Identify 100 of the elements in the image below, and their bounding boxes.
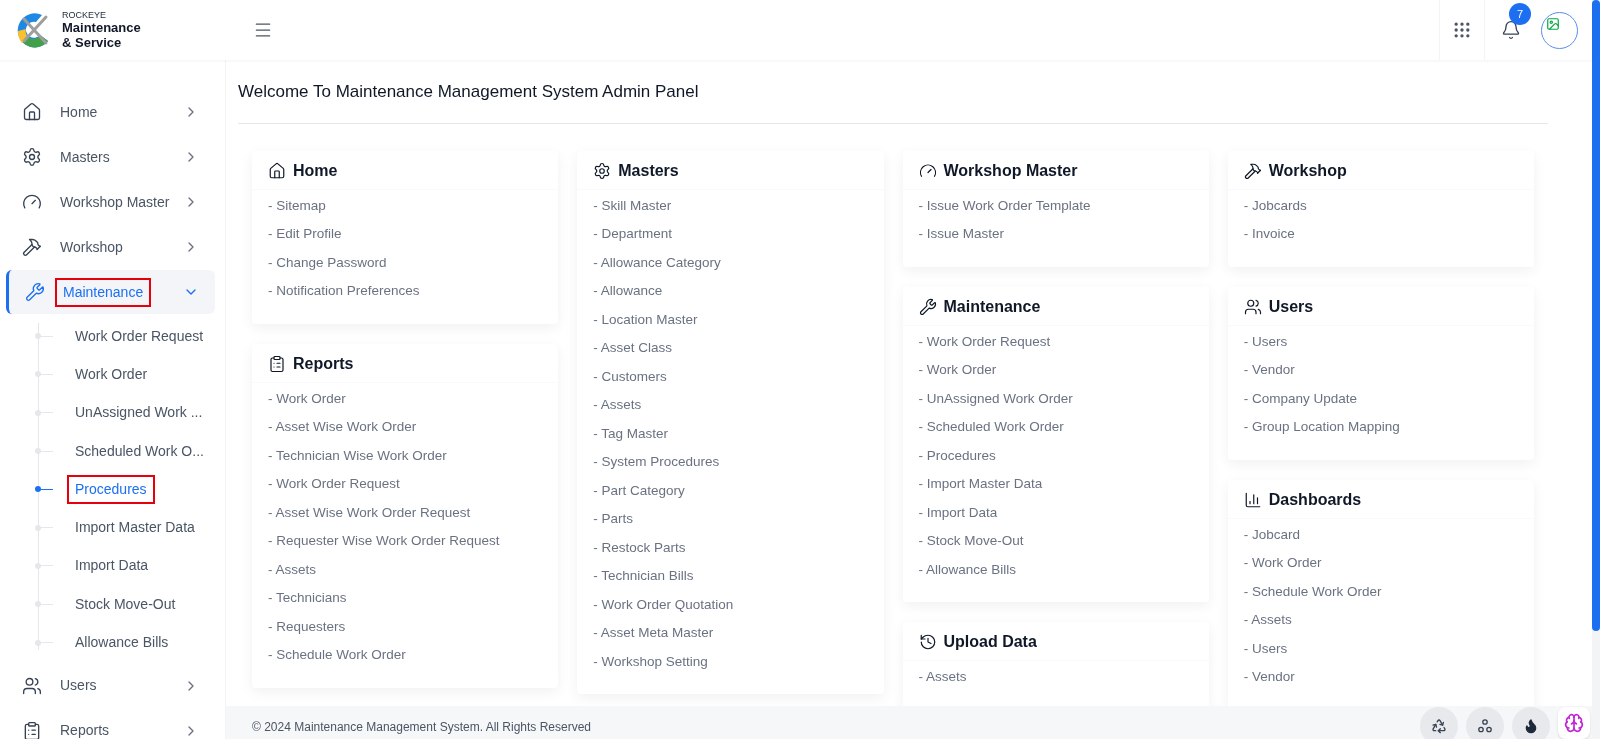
submenu-item[interactable]: Work Order bbox=[67, 359, 156, 389]
card-link[interactable]: - Asset Meta Master bbox=[593, 619, 868, 648]
card-link[interactable]: - Issue Work Order Template bbox=[918, 191, 1193, 220]
card-link[interactable]: - Issue Master bbox=[918, 220, 1193, 249]
card-link[interactable]: - Allowance Category bbox=[593, 248, 868, 277]
wrench-icon bbox=[918, 297, 937, 316]
footer-copyright: © 2024 Maintenance Management System. All Rights Reserved bbox=[252, 718, 592, 736]
card-link[interactable]: - Change Password bbox=[268, 248, 543, 277]
gear-icon bbox=[22, 147, 42, 167]
brand-tagline: ROCKEYE bbox=[62, 10, 107, 20]
submenu-item[interactable]: Allowance Bills bbox=[67, 628, 177, 657]
card-link[interactable]: - Requester Wise Work Order Request bbox=[268, 527, 543, 556]
card-link[interactable]: - Sitemap bbox=[268, 191, 543, 220]
card-link[interactable]: - Users bbox=[1243, 634, 1518, 663]
card-link[interactable]: - Assets bbox=[1243, 606, 1518, 635]
card-link[interactable]: - System Procedures bbox=[593, 448, 868, 477]
card-link[interactable]: - Import Data bbox=[918, 498, 1193, 527]
card-link[interactable]: - Asset Wise Work Order bbox=[268, 413, 543, 442]
card-link[interactable]: - Work Order bbox=[918, 356, 1193, 385]
card-link[interactable]: - Schedule Work Order bbox=[268, 641, 543, 670]
card-link[interactable]: - UnAssigned Work Order bbox=[918, 384, 1193, 413]
brain-button[interactable] bbox=[1558, 707, 1590, 739]
card-link[interactable]: - Work Order bbox=[1243, 549, 1518, 578]
card-link[interactable]: - Parts bbox=[593, 505, 868, 534]
sidebar-item[interactable]: Workshop Master bbox=[6, 180, 215, 224]
card-link[interactable]: - Tag Master bbox=[593, 419, 868, 448]
card-link[interactable]: - Assets bbox=[268, 555, 543, 584]
card-link[interactable]: - Technician Bills bbox=[593, 562, 868, 591]
brand-name-subtitle: & Service bbox=[62, 35, 123, 50]
card-title: Workshop bbox=[1268, 160, 1347, 181]
sidebar-item[interactable]: Workshop bbox=[6, 225, 215, 269]
submenu-item[interactable]: Procedures bbox=[67, 474, 155, 504]
apps-grid-button[interactable] bbox=[1452, 20, 1472, 40]
card-link[interactable]: - Technicians bbox=[268, 584, 543, 613]
card-link[interactable]: - Stock Move-Out bbox=[918, 527, 1193, 556]
brand-name: Maintenance bbox=[62, 20, 141, 35]
card-link[interactable]: - Vendor bbox=[1243, 663, 1518, 692]
card-link[interactable]: - Allowance Bills bbox=[918, 555, 1193, 584]
sidebar-item[interactable]: Reports bbox=[6, 708, 215, 739]
card-link[interactable]: - Notification Preferences bbox=[268, 277, 543, 306]
card-link[interactable]: - Assets bbox=[593, 391, 868, 420]
card-title: Home bbox=[293, 160, 338, 181]
card-title: Maintenance bbox=[943, 296, 1041, 317]
submenu-item[interactable]: Scheduled Work O... bbox=[67, 436, 212, 466]
gear-icon bbox=[593, 161, 612, 180]
bell-icon bbox=[1501, 20, 1521, 40]
broken-image-icon bbox=[1546, 16, 1560, 31]
card-link[interactable]: - Requesters bbox=[268, 612, 543, 641]
card-title: Users bbox=[1268, 296, 1314, 317]
card-link[interactable]: - Work Order bbox=[268, 384, 543, 413]
sidebar-item[interactable]: Users bbox=[6, 663, 215, 708]
card-link[interactable]: - Jobcards bbox=[1243, 191, 1518, 220]
submenu-item[interactable]: UnAssigned Work ... bbox=[67, 398, 211, 428]
sidebar-item-label: Workshop Master bbox=[59, 192, 171, 212]
clipboard-icon bbox=[22, 720, 42, 739]
card-link[interactable]: - Restock Parts bbox=[593, 533, 868, 562]
notifications-button[interactable] bbox=[1501, 20, 1521, 40]
sidebar-item[interactable]: Maintenance bbox=[6, 270, 215, 314]
sidebar-item-label: Workshop bbox=[59, 237, 124, 257]
card-link[interactable]: - Work Order Request bbox=[268, 470, 543, 499]
card-link[interactable]: - Work Order Quotation bbox=[593, 590, 868, 619]
card-link[interactable]: - Scheduled Work Order bbox=[918, 413, 1193, 442]
card-link[interactable]: - Vendor bbox=[1243, 356, 1518, 385]
card-link[interactable]: - Users bbox=[1243, 327, 1518, 356]
recycle-icon bbox=[1431, 718, 1447, 734]
users-icon bbox=[22, 675, 42, 696]
card-link[interactable]: - Edit Profile bbox=[268, 220, 543, 249]
submenu-item[interactable]: Import Data bbox=[67, 551, 157, 581]
card-link[interactable]: - Work Order Request bbox=[918, 327, 1193, 356]
card-link[interactable]: - Procedures bbox=[918, 441, 1193, 470]
card-link[interactable]: - Workshop Setting bbox=[593, 647, 868, 676]
sidebar-item-label: Home bbox=[59, 102, 99, 122]
card-link[interactable]: - Company Update bbox=[1243, 384, 1518, 413]
card-link[interactable]: - Invoice bbox=[1243, 220, 1518, 249]
users-icon bbox=[1243, 297, 1262, 316]
card-link[interactable]: - Location Master bbox=[593, 305, 868, 334]
card-link[interactable]: - Assets bbox=[918, 663, 1193, 692]
submenu-item[interactable]: Stock Move-Out bbox=[67, 589, 184, 619]
flame-icon bbox=[1523, 718, 1539, 734]
bar-chart-icon bbox=[1243, 490, 1262, 509]
card-title: Reports bbox=[293, 353, 354, 374]
card-link[interactable]: - Skill Master bbox=[593, 191, 868, 220]
sidebar-item[interactable]: Home bbox=[6, 90, 215, 134]
gauge-icon bbox=[918, 161, 937, 180]
card-link[interactable]: - Group Location Mapping bbox=[1243, 413, 1518, 442]
submenu-item[interactable]: Work Order Request bbox=[67, 321, 212, 351]
card-link[interactable]: - Technician Wise Work Order bbox=[268, 441, 543, 470]
clipboard-icon bbox=[268, 354, 286, 373]
card-link[interactable]: - Jobcard bbox=[1243, 520, 1518, 549]
card-link[interactable]: - Asset Class bbox=[593, 334, 868, 363]
submenu-item[interactable]: Import Master Data bbox=[67, 513, 203, 543]
card-link[interactable]: - Schedule Work Order bbox=[1243, 577, 1518, 606]
card-link[interactable]: - Asset Wise Work Order Request bbox=[268, 498, 543, 527]
card-link[interactable]: - Allowance bbox=[593, 277, 868, 306]
history-icon bbox=[918, 633, 937, 651]
card-link[interactable]: - Customers bbox=[593, 362, 868, 391]
card-link[interactable]: - Import Master Data bbox=[918, 470, 1193, 499]
card-link[interactable]: - Department bbox=[593, 220, 868, 249]
card-link[interactable]: - Part Category bbox=[593, 476, 868, 505]
sidebar-item[interactable]: Masters bbox=[6, 135, 215, 179]
